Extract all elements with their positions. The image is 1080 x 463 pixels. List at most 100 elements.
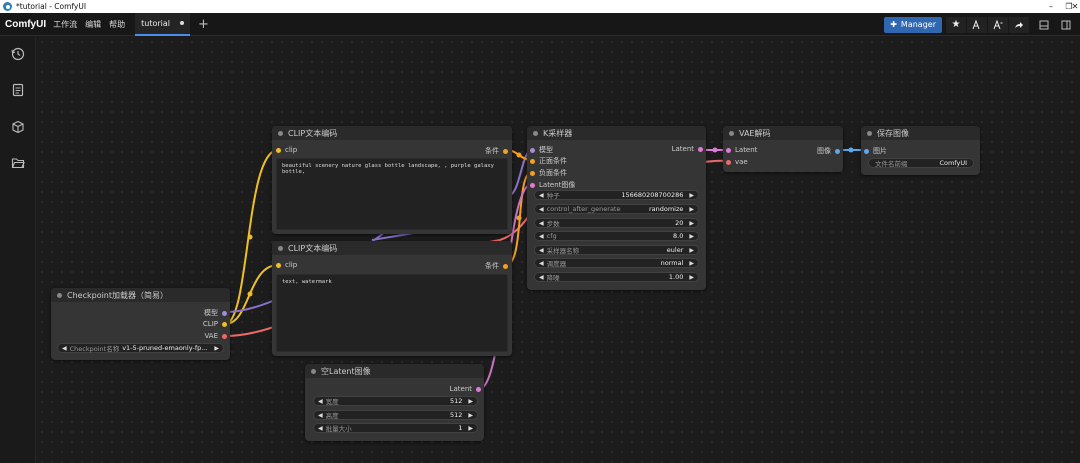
node-clip-text-encode-positive[interactable]: CLIP文本编码 clip 条件 beautiful scenery natur… [272, 126, 512, 234]
comfyui-logo[interactable]: ComfyUI [5, 19, 46, 30]
decrement-arrow-icon[interactable]: ◀ [539, 206, 544, 213]
output-slot-latent[interactable]: Latent [672, 145, 703, 153]
decrement-arrow-icon[interactable]: ◀ [539, 192, 544, 199]
increment-arrow-icon[interactable]: ▶ [689, 247, 694, 254]
output-slot-model[interactable]: 模型 [204, 308, 227, 318]
decrement-arrow-icon[interactable]: ◀ [539, 260, 544, 267]
node-header[interactable]: 保存图像 [861, 126, 980, 140]
decrement-arrow-icon[interactable]: ◀ [539, 220, 544, 227]
collapse-dot-icon[interactable] [278, 130, 283, 136]
widget-sampler-name[interactable]: ◀ 采样器名称 euler ▶ [534, 245, 699, 255]
cube-icon[interactable] [9, 118, 27, 136]
collapse-dot-icon[interactable] [867, 130, 872, 136]
decrement-arrow-icon[interactable]: ◀ [318, 398, 323, 405]
unsaved-dot-icon[interactable] [180, 21, 184, 25]
node-checkpoint-loader[interactable]: Checkpoint加载器（简易） 模型 CLIP VAE ◀ Checkpoi… [51, 288, 230, 360]
prompt-textarea[interactable]: text, watermark [276, 274, 508, 352]
increment-arrow-icon[interactable]: ▶ [214, 345, 219, 352]
decrement-arrow-icon[interactable]: ◀ [539, 274, 544, 281]
widget-cfg[interactable]: ◀ cfg 8.0 ▶ [534, 231, 699, 241]
slot-dot-icon [530, 182, 535, 188]
node-header[interactable]: 空Latent图像 [305, 364, 484, 378]
increment-arrow-icon[interactable]: ▶ [468, 412, 473, 419]
node-empty-latent-image[interactable]: 空Latent图像 Latent ◀ 宽度 512 ▶ ◀ 高度 512 ▶ ◀… [305, 364, 484, 441]
bottom-panel-toggle-icon[interactable] [1034, 17, 1054, 33]
increment-arrow-icon[interactable]: ▶ [468, 398, 473, 405]
node-header[interactable]: CLIP文本编码 [272, 241, 512, 255]
increment-arrow-icon[interactable]: ▶ [689, 220, 694, 227]
collapse-dot-icon[interactable] [57, 292, 62, 298]
widget-checkpoint-name[interactable]: ◀ Checkpoint名称 v1-5-pruned-emaonly-fp...… [57, 343, 224, 353]
collapse-dot-icon[interactable] [278, 245, 283, 251]
slot-label: clip [285, 146, 298, 154]
folder-icon[interactable] [9, 154, 27, 172]
input-slot-positive[interactable]: 正面条件 [530, 156, 567, 166]
close-button[interactable]: ✕ [1070, 0, 1080, 13]
widget-seed[interactable]: ◀ 种子 156680208700286 ▶ [534, 190, 699, 200]
add-tab-button[interactable]: + [198, 18, 209, 31]
input-slot-vae[interactable]: vae [726, 158, 748, 166]
input-slot-model[interactable]: 模型 [530, 145, 553, 155]
widget-scheduler[interactable]: ◀ 调度器 normal ▶ [534, 258, 699, 268]
output-slot-vae[interactable]: VAE [204, 332, 227, 340]
translate-alt-icon[interactable] [988, 16, 1008, 33]
widget-denoise[interactable]: ◀ 降噪 1.00 ▶ [534, 272, 699, 282]
collapse-dot-icon[interactable] [311, 368, 316, 374]
tab-tutorial[interactable]: tutorial [135, 12, 190, 36]
widget-steps[interactable]: ◀ 步数 20 ▶ [534, 218, 699, 228]
node-header[interactable]: CLIP文本编码 [272, 126, 512, 140]
slot-dot-icon [276, 147, 281, 153]
output-slot-conditioning[interactable]: 条件 [485, 146, 508, 156]
input-slot-clip[interactable]: clip [276, 261, 297, 269]
input-slot-negative[interactable]: 负面条件 [530, 168, 567, 178]
manager-button[interactable]: ✚ Manager [884, 16, 942, 33]
decrement-arrow-icon[interactable]: ◀ [318, 425, 323, 432]
node-ksampler[interactable]: K采样器 模型 正面条件 负面条件 Latent图像 Latent ◀ 种子 1… [527, 126, 706, 290]
increment-arrow-icon[interactable]: ▶ [468, 425, 473, 432]
input-slot-latent[interactable]: Latent [726, 146, 757, 154]
input-slot-images[interactable]: 图片 [864, 146, 887, 156]
menu-workflow[interactable]: 工作流 [53, 19, 77, 30]
output-slot-latent[interactable]: Latent [450, 385, 481, 393]
decrement-arrow-icon[interactable]: ◀ [539, 247, 544, 254]
increment-arrow-icon[interactable]: ▶ [689, 192, 694, 199]
node-vae-decode[interactable]: VAE解码 Latent vae 图像 [723, 126, 843, 172]
star-icon[interactable]: ★ [946, 16, 966, 33]
history-icon[interactable] [9, 45, 27, 63]
sidebar-toggle-icon[interactable] [1056, 17, 1076, 33]
menu-edit[interactable]: 编辑 [85, 19, 101, 30]
share-icon[interactable] [1009, 16, 1029, 33]
input-slot-latent-image[interactable]: Latent图像 [530, 180, 575, 190]
node-header[interactable]: Checkpoint加载器（简易） [51, 288, 230, 302]
translate-icon[interactable] [967, 16, 987, 33]
widget-value: v1-5-pruned-emaonly-fp... [122, 344, 208, 352]
widget-height[interactable]: ◀ 高度 512 ▶ [313, 410, 478, 420]
increment-arrow-icon[interactable]: ▶ [689, 233, 694, 240]
widget-width[interactable]: ◀ 宽度 512 ▶ [313, 396, 478, 406]
input-slot-clip[interactable]: clip [276, 146, 297, 154]
widget-label: 宽度 [325, 398, 339, 406]
queue-icon[interactable] [9, 81, 27, 99]
increment-arrow-icon[interactable]: ▶ [689, 274, 694, 281]
widget-control-after-generate[interactable]: ◀ control_after_generate randomize ▶ [534, 204, 699, 214]
decrement-arrow-icon[interactable]: ◀ [62, 345, 67, 352]
node-title: 空Latent图像 [321, 366, 371, 376]
node-header[interactable]: K采样器 [527, 126, 706, 140]
increment-arrow-icon[interactable]: ▶ [689, 260, 694, 267]
decrement-arrow-icon[interactable]: ◀ [539, 233, 544, 240]
node-save-image[interactable]: 保存图像 图片 文件名前缀 ComfyUI [861, 126, 980, 175]
menu-help[interactable]: 帮助 [109, 19, 125, 30]
collapse-dot-icon[interactable] [533, 130, 538, 136]
output-slot-image[interactable]: 图像 [817, 146, 840, 156]
prompt-textarea[interactable]: beautiful scenery nature glass bottle la… [276, 158, 508, 230]
collapse-dot-icon[interactable] [729, 130, 734, 136]
widget-batch-size[interactable]: ◀ 批量大小 1 ▶ [313, 423, 478, 433]
slot-label: CLIP [202, 320, 218, 328]
decrement-arrow-icon[interactable]: ◀ [318, 412, 323, 419]
increment-arrow-icon[interactable]: ▶ [689, 206, 694, 213]
node-header[interactable]: VAE解码 [723, 126, 843, 140]
output-slot-clip[interactable]: CLIP [203, 320, 227, 328]
output-slot-conditioning[interactable]: 条件 [485, 261, 508, 271]
widget-filename-prefix[interactable]: 文件名前缀 ComfyUI [868, 158, 974, 168]
node-clip-text-encode-negative[interactable]: CLIP文本编码 clip 条件 text, watermark [272, 241, 512, 356]
